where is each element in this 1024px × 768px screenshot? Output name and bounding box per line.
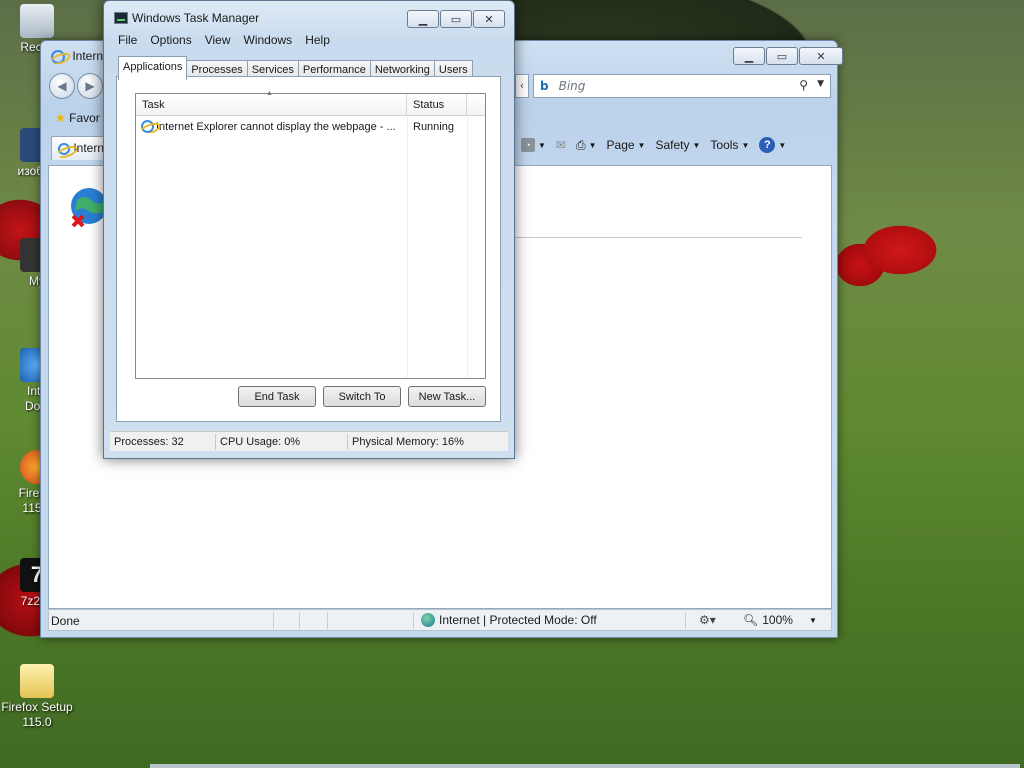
zoom-control[interactable]: 🔍︎ 100% ▼ [743, 613, 817, 627]
column-header-task[interactable]: ▲ Task [136, 90, 407, 115]
status-physical-memory: Physical Memory: 16% [352, 435, 464, 448]
task-cell: Internet Explorer cannot display the web… [136, 120, 407, 133]
task-manager-title-text: Windows Task Manager [132, 11, 260, 25]
end-task-button[interactable]: End Task [238, 386, 316, 407]
switch-to-button[interactable]: Switch To [323, 386, 401, 407]
rss-icon: ◔ [521, 138, 535, 152]
security-zone[interactable]: Internet | Protected Mode: Off [421, 613, 597, 627]
maximize-button[interactable]: ▭ [440, 10, 472, 28]
taskbar-edge [150, 764, 1020, 768]
desktop-icon-firefox-setup[interactable]: Firefox Setup 115.0 [0, 664, 74, 730]
help-icon: ? [759, 137, 776, 153]
zoom-dropdown-icon: ▼ [808, 615, 817, 625]
search-dropdown-icon[interactable]: ▼ [817, 79, 824, 89]
status-separator [273, 612, 274, 629]
menu-windows[interactable]: Windows [244, 33, 293, 47]
close-button[interactable]: ✕ [799, 47, 843, 65]
search-icon[interactable]: ⚲ [799, 78, 808, 92]
tm-window-controls: ▁ ▭ ✕ [407, 10, 505, 28]
task-name: Internet Explorer cannot display the web… [156, 120, 396, 133]
menu-help[interactable]: Help [305, 33, 330, 47]
tab-label: Intern [73, 141, 105, 155]
tools-menu-label: Tools [710, 138, 739, 152]
column-guide [407, 116, 408, 378]
ie-nav-buttons: ◀ ▶ [49, 73, 103, 99]
column-header-status[interactable]: Status [407, 94, 467, 115]
page-menu[interactable]: Page ▼ [607, 138, 646, 152]
zoom-level: 100% [762, 613, 793, 627]
close-button[interactable]: ✕ [473, 10, 505, 28]
mail-button[interactable]: ✉ [556, 138, 566, 152]
menu-file[interactable]: File [118, 33, 137, 47]
forward-button[interactable]: ▶ [77, 73, 103, 99]
task-buttons: End Task Switch To New Task... [238, 386, 486, 407]
sort-up-icon: ▲ [266, 90, 273, 97]
help-menu[interactable]: ? ▼ [759, 137, 786, 153]
status-separator [685, 612, 686, 629]
ie-window-controls: ▁ ▭ ✕ [733, 47, 843, 65]
back-button[interactable]: ◀ [49, 73, 75, 99]
status-processes: Processes: 32 [110, 433, 216, 450]
column-guide [467, 116, 468, 378]
printer-icon: ⎙ [575, 137, 586, 152]
menu-view[interactable]: View [205, 33, 231, 47]
zone-label: Internet | Protected Mode: Off [439, 613, 597, 627]
task-manager-title: Windows Task Manager [114, 11, 259, 25]
status-separator [327, 612, 328, 629]
search-placeholder: Bing [558, 79, 586, 93]
status-done: Done [51, 614, 80, 628]
minimize-button[interactable]: ▁ [733, 47, 765, 65]
installer-icon [20, 664, 54, 698]
favorites-label: Favor [69, 111, 100, 125]
status-separator [413, 612, 414, 629]
content-divider [514, 237, 802, 238]
bing-logo-icon: b [540, 79, 549, 93]
tools-menu[interactable]: Tools ▼ [710, 138, 749, 152]
ie-logo-icon [51, 49, 65, 64]
search-box[interactable]: b Bing ⚲ ▼ [533, 74, 831, 98]
task-list-header: ▲ Task Status [136, 90, 485, 116]
applications-panel: ▲ Task Status Internet Explorer cannot d… [116, 76, 501, 422]
column-task-label: Task [142, 99, 165, 111]
internet-zone-icon [421, 613, 435, 627]
tab-applications[interactable]: Applications [118, 56, 188, 80]
table-row[interactable]: Internet Explorer cannot display the web… [136, 116, 485, 137]
ie-page-icon [58, 142, 70, 155]
task-list[interactable]: ▲ Task Status Internet Explorer cannot d… [135, 90, 486, 379]
recycle-bin-icon [20, 4, 54, 38]
safety-menu-label: Safety [655, 138, 690, 152]
mail-icon: ✉ [555, 138, 566, 152]
minimize-button[interactable]: ▁ [407, 10, 439, 28]
status-separator [299, 612, 300, 629]
zoom-icon: 🔍︎ [743, 613, 759, 627]
desktop-icon-label: 115.0 [22, 715, 52, 729]
ie-icon [141, 120, 154, 133]
menu-bar: File Options View Windows Help [118, 33, 330, 47]
new-task-button[interactable]: New Task... [408, 386, 486, 407]
status-cpu-usage: CPU Usage: 0% [216, 433, 348, 450]
print-button[interactable]: ⎙ ▼ [576, 138, 597, 153]
add-ons-icon[interactable]: ⚙▾ [699, 613, 716, 627]
feeds-button[interactable]: ◔ ▼ [521, 138, 546, 152]
address-bar-edge[interactable]: ‹ [515, 74, 529, 98]
task-manager-status-bar: Processes: 32 CPU Usage: 0% Physical Mem… [110, 431, 508, 451]
maximize-button[interactable]: ▭ [766, 47, 798, 65]
desktop-icon-label: Firefox Setup [1, 700, 73, 714]
ie-status-bar: Done Internet | Protected Mode: Off ⚙▾ 🔍… [48, 609, 832, 631]
column-status-label: Status [413, 99, 445, 111]
task-manager-icon [114, 12, 128, 24]
star-icon: ★ [55, 111, 66, 125]
task-manager-window: Windows Task Manager ▁ ▭ ✕ File Options … [103, 0, 515, 459]
task-status: Running [413, 120, 454, 133]
menu-options[interactable]: Options [150, 33, 191, 47]
command-bar: ◔ ▼ ✉ ⎙ ▼ Page ▼ Safety ▼ Tools ▼ ? ▼ [521, 137, 786, 153]
page-menu-label: Page [606, 138, 635, 152]
safety-menu[interactable]: Safety ▼ [655, 138, 700, 152]
